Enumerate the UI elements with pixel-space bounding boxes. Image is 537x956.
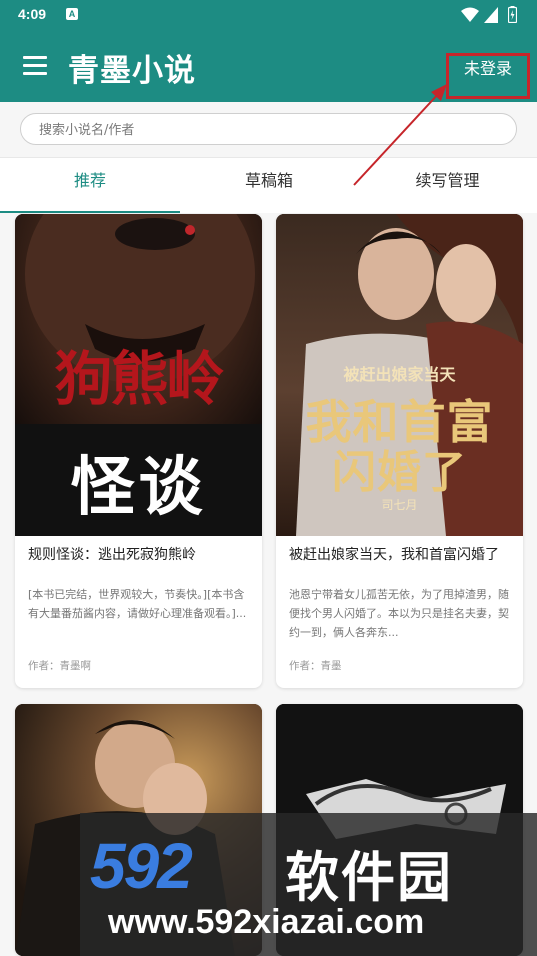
tab-recommend[interactable]: 推荐 xyxy=(0,158,180,214)
book-card[interactable]: 被赶出娘家当天 我和首富 闪婚了 司七月 被赶出娘家当天，我和首富闪婚了 池恩宁… xyxy=(276,214,523,688)
signal-icon xyxy=(484,7,498,23)
login-button[interactable]: 未登录 xyxy=(446,53,530,99)
status-time: 4:09 xyxy=(18,6,47,22)
book-cover[interactable]: 狗熊岭 怪谈 xyxy=(15,214,262,536)
app-title: 青墨小说 xyxy=(68,53,196,89)
cover-author: 司七月 xyxy=(381,498,418,512)
tab-continuation-management[interactable]: 续写管理 xyxy=(358,158,537,214)
cover-tagline: 被赶出娘家当天 xyxy=(343,365,456,384)
book-description: 池恩宁带着女儿孤苦无依，为了甩掉渣男，随便找个男人闪婚了。本以为只是挂名夫妻，契… xyxy=(289,588,509,639)
tab-bar: 推荐 草稿箱 续写管理 xyxy=(0,157,537,213)
search-bar[interactable] xyxy=(20,113,517,145)
book-title[interactable]: 规则怪谈：逃出死寂狗熊岭 xyxy=(28,544,249,567)
book-title[interactable]: 被赶出娘家当天，我和首富闪婚了 xyxy=(289,544,510,567)
watermark-overlay: 592 软件园 www.592xiazai.com xyxy=(80,813,537,956)
watermark-name: 软件园 xyxy=(285,846,453,909)
book-author: 作者：青墨啊 xyxy=(28,660,91,672)
cover-title-main: 狗熊岭 xyxy=(54,345,224,413)
search-input[interactable] xyxy=(37,120,501,140)
cover-title-sub: 闪婚了 xyxy=(332,447,467,498)
hamburger-menu-icon[interactable] xyxy=(23,56,47,76)
active-tab-indicator xyxy=(0,211,180,213)
book-card[interactable]: 狗熊岭 怪谈 规则怪谈：逃出死寂狗熊岭 [本书已完结，世界观较大，节奏快。][本… xyxy=(15,214,262,688)
wifi-icon xyxy=(461,7,479,22)
book-cover[interactable]: 被赶出娘家当天 我和首富 闪婚了 司七月 xyxy=(276,214,523,536)
cover-title-sub: 怪谈 xyxy=(70,451,207,525)
book-author: 作者：青墨 xyxy=(289,660,342,672)
status-bar: 4:09 A xyxy=(0,0,537,31)
watermark-logo: 592 xyxy=(90,830,193,902)
notification-icon: A xyxy=(66,8,78,20)
battery-icon xyxy=(508,6,517,23)
notification-glyph: A xyxy=(68,9,76,19)
app-bar: 青墨小说 未登录 xyxy=(0,31,537,102)
watermark-url: www.592xiazai.com xyxy=(108,903,425,941)
tab-drafts[interactable]: 草稿箱 xyxy=(180,158,358,214)
book-description: [本书已完结，世界观较大，节奏快。][本书含有大量番茄酱内容，请做好心理准备观看… xyxy=(28,588,247,620)
